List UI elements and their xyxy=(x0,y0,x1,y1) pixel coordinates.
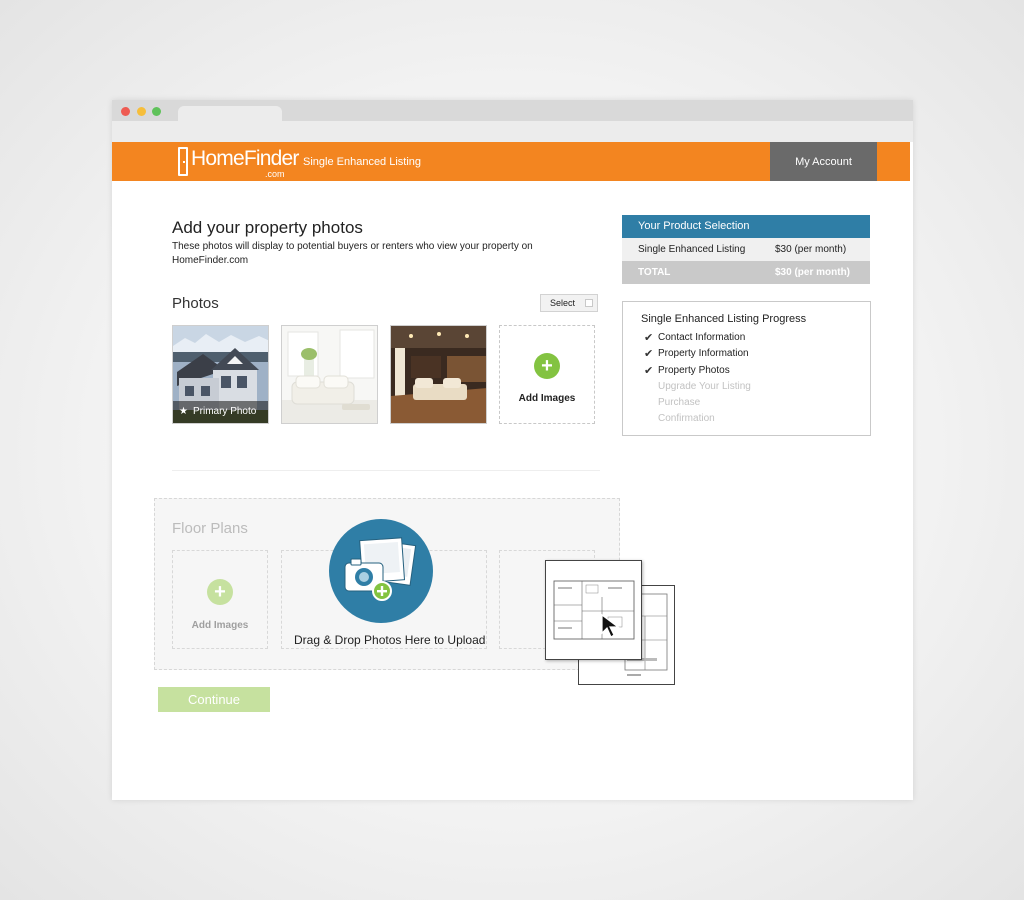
select-photos-button[interactable]: Select xyxy=(540,294,598,312)
drag-drop-label: Drag & Drop Photos Here to Upload xyxy=(294,633,486,647)
header-listing-title: Single Enhanced Listing xyxy=(303,156,422,168)
browser-window: HomeFinder .com Single Enhanced Listing … xyxy=(112,100,913,800)
progress-step-label: Confirmation xyxy=(658,413,715,424)
window-close-dot[interactable] xyxy=(121,107,130,116)
progress-step-label: Upgrade Your Listing xyxy=(658,381,751,392)
page-title: Add your property photos xyxy=(172,218,363,237)
product-line-item: Single Enhanced Listing $30 (per month) xyxy=(622,238,870,261)
house-logo-icon xyxy=(178,147,188,176)
star-icon: ★ xyxy=(179,406,188,417)
homefinder-logo[interactable]: HomeFinder .com xyxy=(178,146,299,179)
logo-text: HomeFinder xyxy=(191,147,299,170)
add-floor-plan-tile[interactable]: + Add Images xyxy=(172,550,268,649)
primary-photo-caption: ★ Primary Photo xyxy=(173,401,268,423)
primary-caption-text: Primary Photo xyxy=(192,406,257,417)
progress-step-photos: ✔ Property Photos xyxy=(644,365,730,377)
product-total-row: TOTAL $30 (per month) xyxy=(622,261,870,284)
mouse-cursor-icon xyxy=(601,613,620,638)
floor-plan-image xyxy=(553,580,635,640)
living-room-image xyxy=(282,326,377,423)
select-checkbox[interactable] xyxy=(585,299,593,307)
listing-progress-panel: Single Enhanced Listing Progress ✔ Conta… xyxy=(622,301,871,436)
add-floor-plan-label: Add Images xyxy=(191,620,249,631)
browser-toolbar xyxy=(112,121,913,142)
photos-section-title: Photos xyxy=(172,295,219,312)
checkmark-icon: ✔ xyxy=(644,332,654,344)
browser-tab[interactable] xyxy=(178,106,282,122)
continue-button[interactable]: Continue xyxy=(158,687,270,712)
progress-step-label: Purchase xyxy=(658,397,701,408)
window-maximize-dot[interactable] xyxy=(152,107,161,116)
add-photos-tile[interactable]: + Add Images xyxy=(499,325,595,424)
product-selection-header: Your Product Selection xyxy=(622,215,870,238)
progress-title: Single Enhanced Listing Progress xyxy=(641,313,807,325)
floor-plans-section-title: Floor Plans xyxy=(172,520,248,537)
my-account-button[interactable]: My Account xyxy=(770,142,877,181)
product-price: $30 (per month) xyxy=(775,244,847,255)
browser-titlebar xyxy=(112,100,913,122)
camera-upload-icon xyxy=(329,519,433,623)
camera-photos-graphic xyxy=(344,537,417,601)
site-header: HomeFinder .com Single Enhanced Listing … xyxy=(112,142,910,181)
product-name: Single Enhanced Listing xyxy=(638,244,746,255)
add-photos-label: Add Images xyxy=(518,393,576,404)
progress-step-purchase: Purchase xyxy=(658,397,700,408)
floor-plan-sheet xyxy=(545,560,642,660)
primary-photo[interactable]: ★ Primary Photo xyxy=(172,325,269,424)
progress-step-label: Contact Information xyxy=(658,332,746,343)
product-selection-panel: Your Product Selection Single Enhanced L… xyxy=(622,215,870,284)
plus-circle-icon: + xyxy=(207,579,233,605)
total-price: $30 (per month) xyxy=(775,267,851,278)
progress-step-property-info: ✔ Property Information xyxy=(644,348,749,360)
logo-suffix: .com xyxy=(265,169,285,179)
photo-basement-lounge[interactable] xyxy=(390,325,487,424)
basement-lounge-image xyxy=(391,326,486,423)
progress-step-contact: ✔ Contact Information xyxy=(644,332,746,344)
photo-living-room-white[interactable] xyxy=(281,325,378,424)
progress-step-label: Property Information xyxy=(658,348,749,359)
checkmark-icon: ✔ xyxy=(644,348,654,360)
progress-step-label: Property Photos xyxy=(658,365,730,376)
select-label: Select xyxy=(550,298,576,308)
window-minimize-dot[interactable] xyxy=(137,107,146,116)
progress-step-confirmation: Confirmation xyxy=(658,413,715,424)
page-description: These photos will display to potential b… xyxy=(172,241,533,266)
plus-circle-icon: + xyxy=(534,353,560,379)
checkmark-icon: ✔ xyxy=(644,365,654,377)
progress-step-upgrade: Upgrade Your Listing xyxy=(658,381,751,392)
total-label: TOTAL xyxy=(638,267,671,278)
section-divider xyxy=(172,470,600,471)
